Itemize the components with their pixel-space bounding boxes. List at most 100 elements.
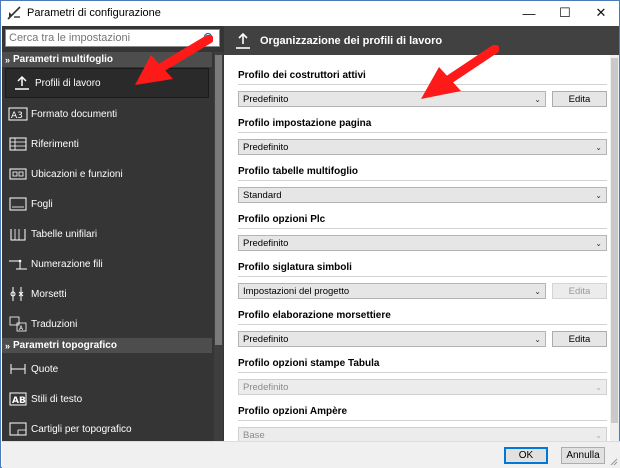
select-value: Predefinito bbox=[243, 381, 289, 393]
maximize-button[interactable]: ☐ bbox=[547, 1, 583, 25]
profile-group: Profilo elaborazione morsettiere Predefi… bbox=[238, 309, 607, 347]
chevron-down-icon: ⌄ bbox=[595, 142, 602, 152]
sidebar-item-label: Tabelle unifilari bbox=[31, 228, 98, 240]
search-input[interactable] bbox=[6, 32, 198, 44]
sidebar-item-riferimenti[interactable]: Riferimenti bbox=[2, 129, 212, 159]
edit-button[interactable]: Edita bbox=[552, 331, 607, 347]
profile-select[interactable]: Predefinito ⌄ bbox=[238, 331, 546, 347]
cancel-button[interactable]: Annulla bbox=[561, 447, 605, 464]
minimize-button[interactable]: — bbox=[511, 1, 547, 25]
section-header-multifoglio[interactable]: » Parametri multifoglio bbox=[2, 52, 212, 67]
chevron-down-icon: ⌄ bbox=[534, 94, 541, 104]
sidebar: » Parametri multifoglio Profili di lavor… bbox=[2, 26, 224, 441]
terminals-icon bbox=[8, 285, 28, 303]
profile-group: Profilo opzioni Ampère Base ⌄ bbox=[238, 405, 607, 441]
sidebar-item-label: Formato documenti bbox=[31, 108, 118, 120]
select-value: Impostazioni del progetto bbox=[243, 285, 350, 297]
sidebar-item-label: Traduzioni bbox=[31, 318, 78, 330]
sidebar-item-label: Morsetti bbox=[31, 288, 67, 300]
select-value: Predefinito bbox=[243, 237, 289, 249]
footer: OK Annulla bbox=[2, 441, 620, 468]
select-value: Predefinito bbox=[243, 93, 289, 105]
profile-group: Profilo siglatura simboli Impostazioni d… bbox=[238, 261, 607, 299]
profile-group: Profilo opzioni Plc Predefinito ⌄ bbox=[238, 213, 607, 251]
sidebar-item-tabelle-unifilari[interactable]: Tabelle unifilari bbox=[2, 219, 212, 249]
sidebar-item-profili-di-lavoro[interactable]: Profili di lavoro bbox=[5, 68, 209, 98]
sidebar-item-quote[interactable]: Quote bbox=[2, 354, 212, 384]
close-button[interactable]: ✕ bbox=[583, 1, 619, 25]
svg-text:AB: AB bbox=[12, 396, 26, 406]
profile-select[interactable]: Predefinito ⌄ bbox=[238, 91, 546, 107]
sidebar-item-traduzioni[interactable]: A Traduzioni bbox=[2, 309, 212, 339]
group-title: Profilo opzioni stampe Tabula bbox=[238, 357, 607, 373]
sidebar-item-morsetti[interactable]: Morsetti bbox=[2, 279, 212, 309]
sidebar-item-fogli[interactable]: Fogli bbox=[2, 189, 212, 219]
sidebar-item-numerazione-fili[interactable]: Numerazione fili bbox=[2, 249, 212, 279]
main-header: Organizzazione dei profili di lavoro bbox=[224, 26, 619, 55]
locations-icon bbox=[8, 165, 28, 183]
main-content: Profilo dei costruttori attivi Predefini… bbox=[224, 55, 619, 441]
sidebar-item-label: Fogli bbox=[31, 198, 53, 210]
chevron-down-icon: ⌄ bbox=[534, 334, 541, 344]
group-title: Profilo impostazione pagina bbox=[238, 117, 607, 133]
sidebar-item-label: Quote bbox=[31, 363, 59, 375]
sidebar-item-ubicazioni[interactable]: Ubicazioni e funzioni bbox=[2, 159, 212, 189]
profile-select[interactable]: Impostazioni del progetto ⌄ bbox=[238, 283, 546, 299]
chevron-down-icon: ⌄ bbox=[595, 238, 602, 248]
sidebar-item-stili-di-testo[interactable]: AB Stili di testo bbox=[2, 384, 212, 414]
references-icon bbox=[8, 135, 28, 153]
title-bar: Parametri di configurazione — ☐ ✕ bbox=[1, 1, 619, 25]
title-block-icon bbox=[8, 420, 28, 438]
group-title: Profilo siglatura simboli bbox=[238, 261, 607, 277]
collapse-chevron-icon: » bbox=[5, 54, 11, 65]
translation-icon: A bbox=[8, 315, 28, 333]
sidebar-item-label: Profili di lavoro bbox=[35, 77, 101, 89]
section-header-topografico[interactable]: » Parametri topografico bbox=[2, 338, 212, 353]
wire-numbering-icon bbox=[8, 255, 28, 273]
group-title: Profilo dei costruttori attivi bbox=[238, 69, 607, 85]
sidebar-item-label: Stili di testo bbox=[31, 393, 83, 405]
upload-icon bbox=[234, 32, 252, 50]
ok-button[interactable]: OK bbox=[504, 447, 548, 464]
profile-select: Predefinito ⌄ bbox=[238, 379, 607, 395]
profile-group: Profilo dei costruttori attivi Predefini… bbox=[238, 69, 607, 107]
main-scrollbar-thumb[interactable] bbox=[611, 58, 618, 423]
profile-group: Profilo impostazione pagina Predefinito … bbox=[238, 117, 607, 155]
search-box[interactable] bbox=[5, 29, 220, 47]
sidebar-item-formato-documenti[interactable]: A3 Formato documenti bbox=[2, 99, 212, 129]
a3-paper-icon: A3 bbox=[8, 105, 28, 123]
chevron-down-icon: ⌄ bbox=[595, 382, 602, 392]
resize-grip-icon[interactable] bbox=[610, 458, 618, 466]
profile-select: Base ⌄ bbox=[238, 427, 607, 441]
page-title: Organizzazione dei profili di lavoro bbox=[260, 34, 443, 47]
app-icon bbox=[6, 5, 22, 21]
profile-group: Profilo opzioni stampe Tabula Predefinit… bbox=[238, 357, 607, 395]
sidebar-item-label: Cartigli per topografico bbox=[31, 423, 132, 435]
sidebar-item-cartigli[interactable]: Cartigli per topografico bbox=[2, 414, 212, 444]
edit-button[interactable]: Edita bbox=[552, 91, 607, 107]
svg-text:A3: A3 bbox=[11, 111, 23, 121]
profile-select[interactable]: Standard ⌄ bbox=[238, 187, 607, 203]
edit-button: Edita bbox=[552, 283, 607, 299]
select-value: Base bbox=[243, 429, 265, 441]
main-scrollbar[interactable] bbox=[610, 55, 619, 441]
sheets-icon bbox=[8, 195, 28, 213]
sidebar-scrollbar-thumb[interactable] bbox=[215, 55, 222, 345]
sidebar-item-label: Riferimenti bbox=[31, 138, 79, 150]
dimensions-icon bbox=[8, 360, 28, 378]
search-icon[interactable] bbox=[198, 30, 216, 46]
profile-select[interactable]: Predefinito ⌄ bbox=[238, 235, 607, 251]
chevron-down-icon: ⌄ bbox=[534, 286, 541, 296]
select-value: Predefinito bbox=[243, 141, 289, 153]
group-title: Profilo elaborazione morsettiere bbox=[238, 309, 607, 325]
collapse-chevron-icon: » bbox=[5, 340, 11, 351]
sidebar-scrollbar[interactable] bbox=[214, 52, 223, 441]
section-title: Parametri multifoglio bbox=[13, 54, 114, 65]
chevron-down-icon: ⌄ bbox=[595, 190, 602, 200]
profile-select[interactable]: Predefinito ⌄ bbox=[238, 139, 607, 155]
group-title: Profilo opzioni Plc bbox=[238, 213, 607, 229]
select-value: Standard bbox=[243, 189, 282, 201]
select-value: Predefinito bbox=[243, 333, 289, 345]
sidebar-item-label: Numerazione fili bbox=[31, 258, 103, 270]
text-style-icon: AB bbox=[8, 390, 28, 408]
